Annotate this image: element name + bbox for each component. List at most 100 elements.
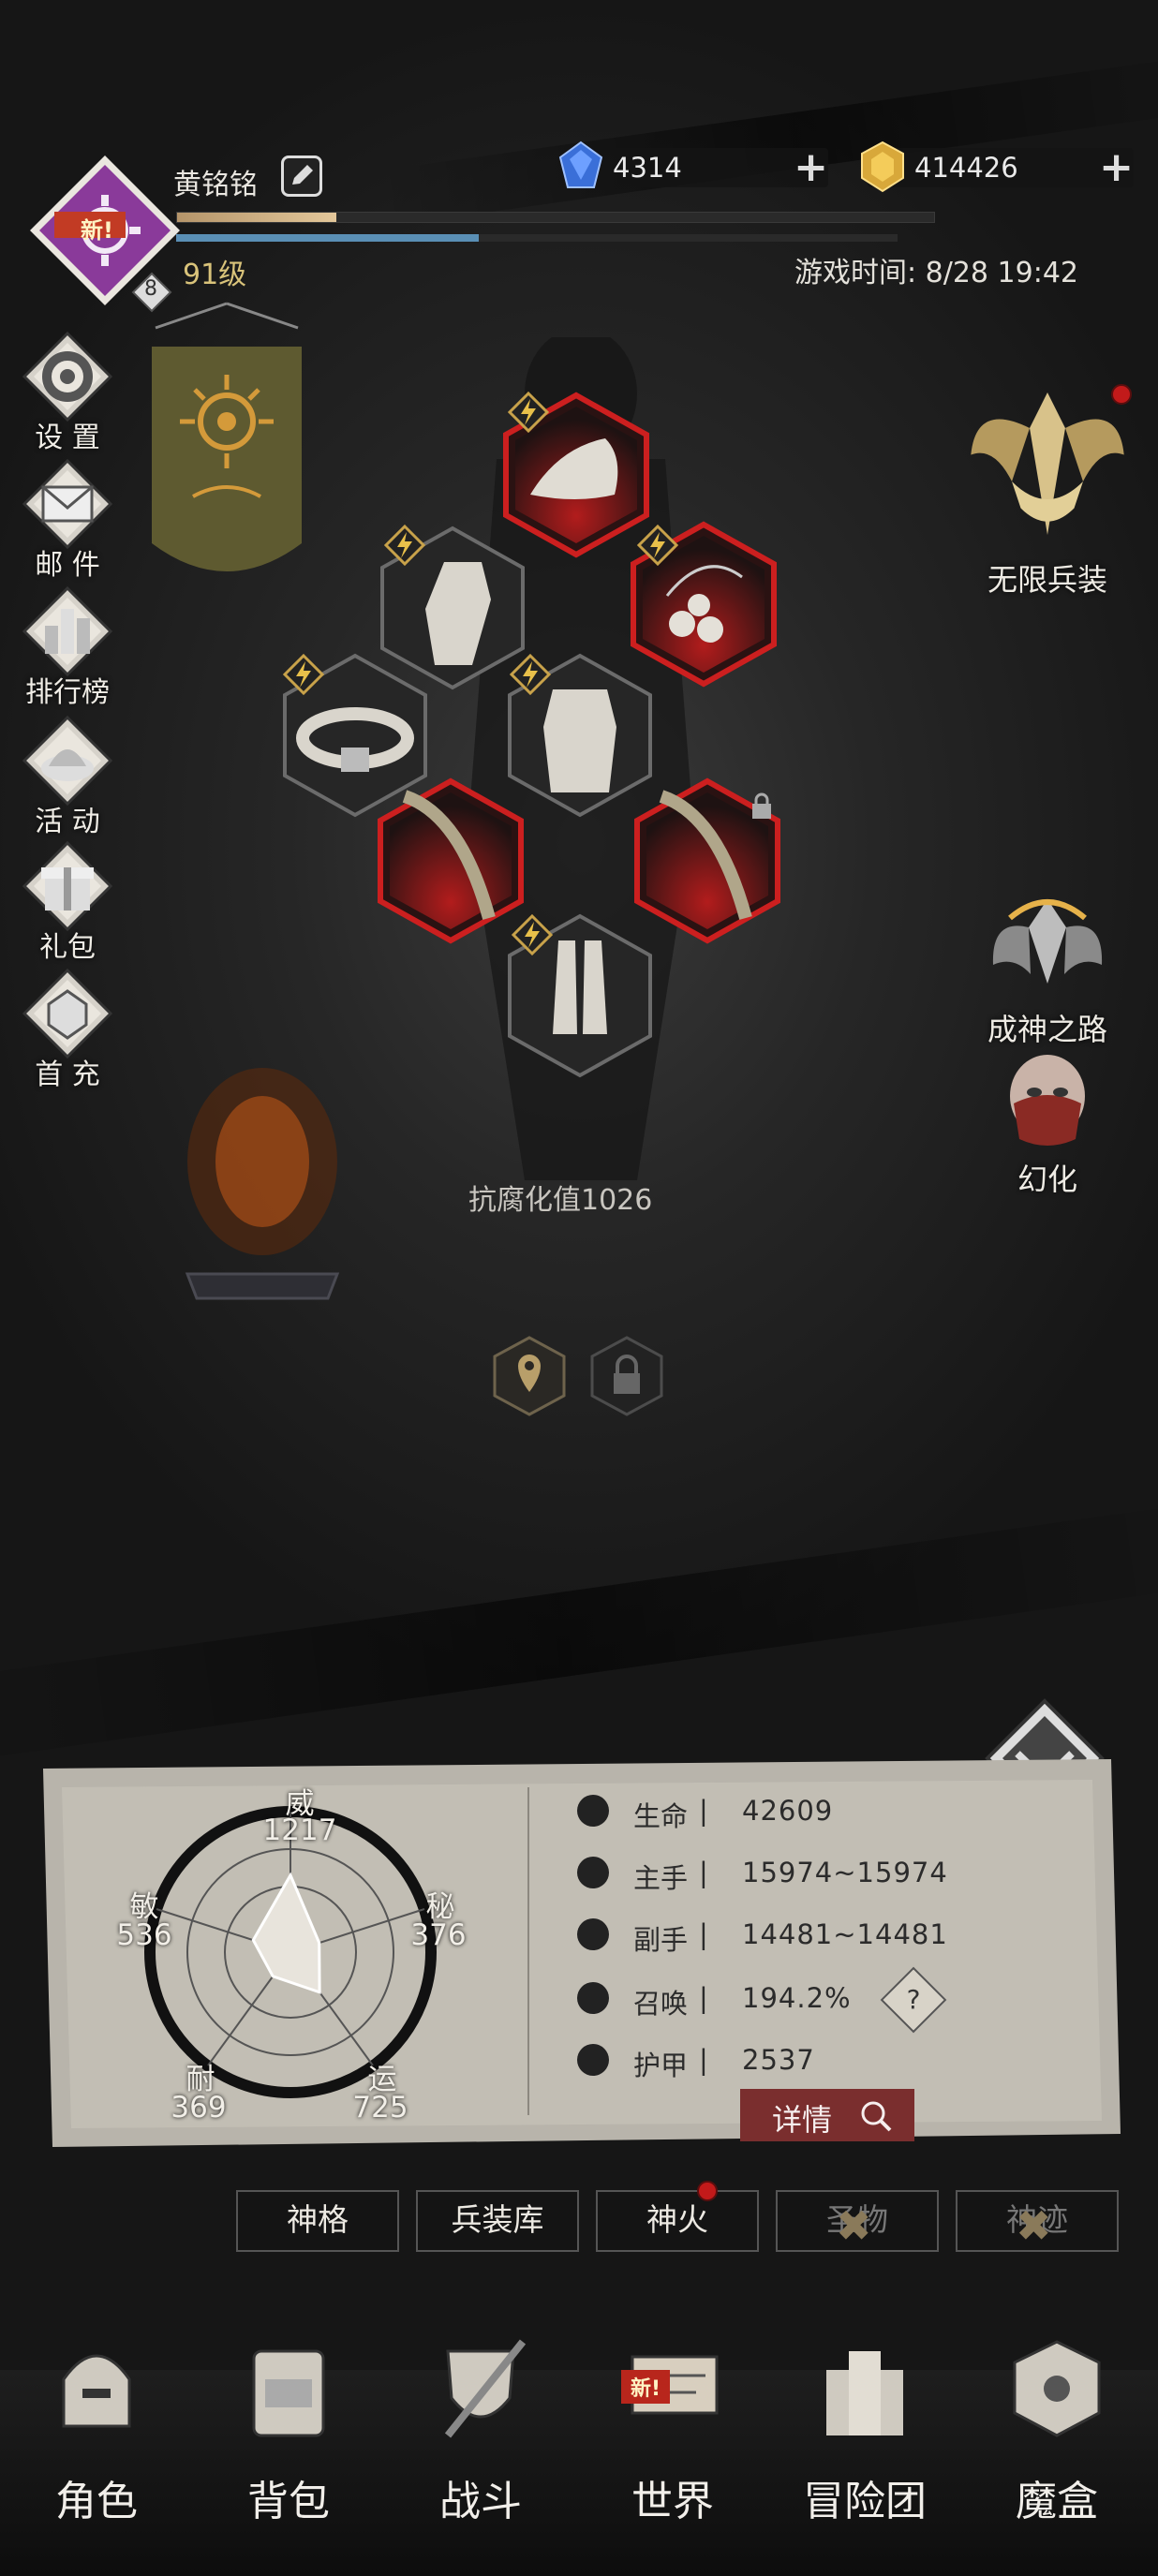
tab-label: 神火 xyxy=(646,2201,708,2238)
illusion-label: 幻化 xyxy=(1017,1162,1077,1197)
tab-label: 神格 xyxy=(287,2201,349,2238)
nav-helmet[interactable]: 角色 xyxy=(4,2323,191,2576)
nav-label: 世界 xyxy=(631,2478,714,2525)
god-path-button[interactable]: 成神之路 xyxy=(954,890,1141,1049)
pencil-icon xyxy=(292,165,313,185)
nav-shield-sword[interactable]: 战斗 xyxy=(392,2323,570,2527)
left-menu-label: 排行榜 xyxy=(25,676,110,709)
new-badge: 新! xyxy=(81,217,113,244)
first-recharge-icon xyxy=(22,968,113,1059)
left-menu-mail[interactable]: 邮 件 xyxy=(11,457,124,583)
gift-icon xyxy=(22,840,113,932)
main-weapon-slot[interactable] xyxy=(377,777,525,944)
nav-label: 战斗 xyxy=(439,2478,522,2525)
nav-label: 魔盒 xyxy=(1016,2478,1098,2525)
notification-dot xyxy=(697,2181,718,2201)
left-menu-event[interactable]: 活 动 xyxy=(11,714,124,839)
tab-4[interactable]: 神迹 ✖ xyxy=(956,2190,1119,2252)
attr-nai-value: 369 xyxy=(171,2091,227,2124)
upgrade-bolt-icon xyxy=(508,392,549,433)
winged-helm-icon xyxy=(992,899,1103,984)
player-level: 91级 xyxy=(183,259,247,291)
guild-banner[interactable] xyxy=(146,300,307,581)
blue-gem-counter: 4314 + xyxy=(558,141,828,188)
mask-icon xyxy=(1010,1055,1085,1146)
stat-separator: | xyxy=(699,1982,708,2014)
stat-separator: | xyxy=(699,2044,708,2076)
nav-cube[interactable]: 魔盒 xyxy=(968,2323,1146,2527)
stat-row: 主手 | 15974~15974 xyxy=(577,1853,947,1894)
magnifier-icon xyxy=(861,2101,892,2132)
game-time: 游戏时间: 8/28 19:42 xyxy=(794,257,1079,289)
lock-button[interactable] xyxy=(590,1336,663,1416)
tab-0[interactable]: 神格 xyxy=(236,2190,399,2252)
upgrade-bolt-icon xyxy=(384,525,425,566)
stat-row: 召唤 | 194.2% xyxy=(577,1978,877,2020)
mana-bar xyxy=(176,234,898,242)
chain-lock-icon: ✖ xyxy=(1016,2200,1052,2251)
left-menu-leaderboard[interactable]: 排行榜 xyxy=(11,585,124,710)
detail-button-label: 详情 xyxy=(772,2102,833,2138)
stat-name: 护甲 xyxy=(633,2050,689,2081)
padlock-icon xyxy=(752,792,771,819)
tab-1[interactable]: 兵装库 xyxy=(416,2190,579,2252)
stat-value: 2537 xyxy=(742,2044,815,2076)
upgrade-bolt-icon xyxy=(637,525,678,566)
fire-brazier[interactable] xyxy=(169,1059,356,1311)
chain-lock-icon: ✖ xyxy=(836,2200,872,2251)
nav-label: 角色 xyxy=(55,2478,138,2525)
blue-gem-value: 4314 xyxy=(613,152,682,184)
offhand-icon xyxy=(577,1918,609,1950)
question-icon: ? xyxy=(906,1984,921,2015)
infinite-gear-button[interactable]: 无限兵装 xyxy=(954,375,1141,600)
event-icon xyxy=(22,715,113,807)
god-path-label: 成神之路 xyxy=(987,1012,1107,1047)
left-menu-gear[interactable]: 设 置 xyxy=(11,330,124,455)
stat-separator: | xyxy=(699,1857,708,1888)
tab-3[interactable]: 圣物 ✖ xyxy=(776,2190,939,2252)
notification-dot xyxy=(1111,384,1132,405)
mail-icon xyxy=(22,458,113,550)
nav-label: 背包 xyxy=(247,2478,330,2525)
xp-bar-fill xyxy=(177,213,336,222)
stat-name: 主手 xyxy=(633,1862,689,1894)
stat-value: 42609 xyxy=(742,1795,834,1827)
nav-backpack[interactable]: 背包 xyxy=(200,2323,378,2527)
backpack-icon xyxy=(252,2349,325,2437)
add-gold-gem-button[interactable]: + xyxy=(1099,147,1134,188)
mana-bar-fill xyxy=(176,234,480,242)
stat-name: 副手 xyxy=(633,1924,689,1956)
attr-min-value: 536 xyxy=(116,1918,172,1952)
corrosion-value: 抗腐化值1026 xyxy=(468,1184,653,1217)
illusion-button[interactable]: 幻化 xyxy=(954,1049,1141,1199)
rank-badge-value: 8 xyxy=(144,277,157,301)
add-blue-gem-button[interactable]: + xyxy=(794,147,828,188)
leaderboard-icon xyxy=(22,585,113,677)
left-menu-first-recharge[interactable]: 首 充 xyxy=(11,967,124,1092)
nav-castle[interactable]: 冒险团 xyxy=(776,2323,954,2527)
gear-icon xyxy=(22,331,113,422)
nav-map-scroll[interactable]: 世界 新! xyxy=(584,2323,762,2527)
tab-label: 兵装库 xyxy=(451,2201,544,2238)
stat-name: 生命 xyxy=(633,1800,689,1832)
attr-wei-value: 1217 xyxy=(262,1814,337,1847)
location-pin-button[interactable] xyxy=(493,1336,566,1416)
nav-label: 冒险团 xyxy=(803,2478,927,2525)
heart-icon xyxy=(577,1795,609,1827)
nav-new-badge: 新! xyxy=(621,2370,671,2404)
attr-yun-value: 725 xyxy=(352,2091,408,2124)
detail-button[interactable]: 详情 xyxy=(740,2089,914,2141)
upgrade-bolt-icon xyxy=(283,654,324,695)
helmet-icon xyxy=(62,2354,131,2428)
attr-mi-value: 376 xyxy=(410,1918,467,1952)
upgrade-bolt-icon xyxy=(510,654,551,695)
tab-2[interactable]: 神火 xyxy=(596,2190,759,2252)
gold-gem-icon xyxy=(861,141,904,193)
stat-value: 14481~14481 xyxy=(742,1918,948,1950)
edit-name-button[interactable] xyxy=(281,155,322,197)
left-menu-gift[interactable]: 礼包 xyxy=(11,839,124,965)
stat-separator: | xyxy=(699,1795,708,1827)
infinite-gear-label: 无限兵装 xyxy=(987,562,1107,598)
xp-bar xyxy=(176,212,935,223)
stat-row: 护甲 | 2537 xyxy=(577,2040,877,2081)
